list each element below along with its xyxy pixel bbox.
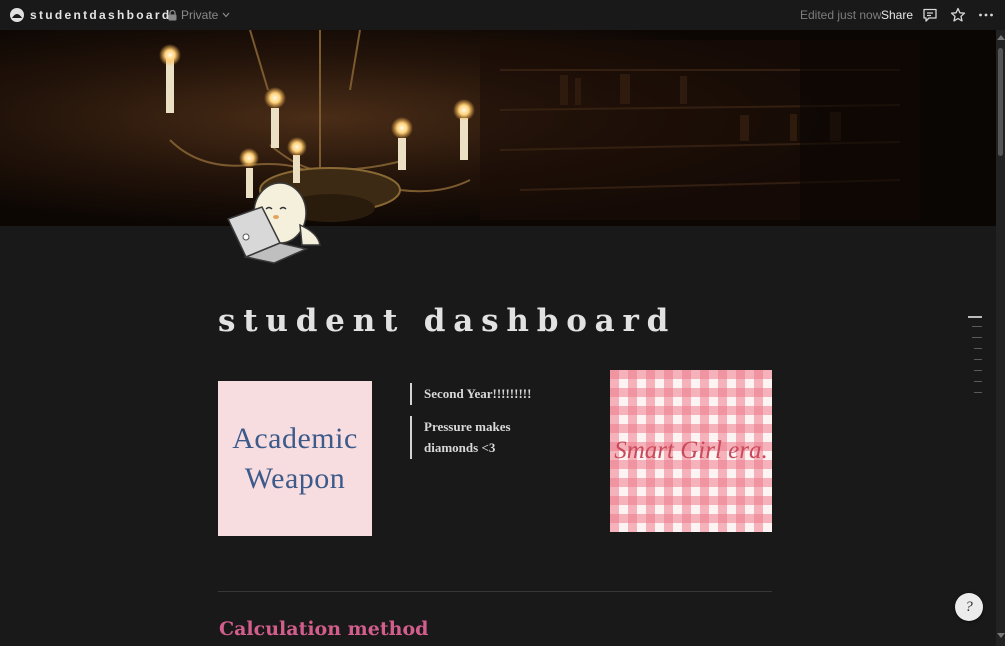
- divider: [218, 591, 772, 592]
- lock-icon: [168, 9, 177, 20]
- more-icon[interactable]: [978, 7, 994, 23]
- toc-line[interactable]: [974, 370, 982, 371]
- academic-weapon-image[interactable]: Academic Weapon: [218, 381, 372, 536]
- page-icon-chick-laptop[interactable]: [222, 173, 324, 265]
- scrollbar[interactable]: [996, 30, 1005, 646]
- top-bar: studentdashboard Private Edited just now…: [0, 0, 1005, 30]
- edited-status: Edited just now: [800, 8, 882, 22]
- table-of-contents-outline[interactable]: [966, 316, 982, 393]
- chevron-down-icon: [222, 12, 230, 18]
- quote-block[interactable]: Second Year!!!!!!!!!: [410, 383, 531, 405]
- academic-weapon-line1: Academic: [232, 421, 358, 455]
- quote-text: Second Year!!!!!!!!!: [424, 386, 532, 401]
- toc-line[interactable]: [974, 348, 982, 349]
- comment-icon[interactable]: [922, 7, 938, 23]
- privacy-selector[interactable]: Private: [168, 8, 230, 22]
- quote-text-line1: Pressure makes: [424, 419, 511, 434]
- academic-weapon-line2: Weapon: [244, 461, 346, 495]
- toc-line[interactable]: [974, 359, 982, 360]
- toc-line[interactable]: [972, 337, 982, 338]
- smart-girl-era-image[interactable]: Smart Girl era.: [610, 370, 772, 532]
- scroll-up-arrow-icon[interactable]: [997, 35, 1005, 40]
- workspace-icon[interactable]: [9, 7, 25, 23]
- help-button[interactable]: ?: [955, 593, 983, 621]
- share-button[interactable]: Share: [881, 8, 913, 22]
- section-heading-calculation-method[interactable]: Calculation method: [219, 618, 428, 640]
- page-title[interactable]: student dashboard: [218, 303, 676, 339]
- toc-line[interactable]: [974, 381, 982, 382]
- toc-line[interactable]: [968, 316, 982, 318]
- privacy-label: Private: [181, 8, 219, 22]
- scrollbar-thumb[interactable]: [998, 48, 1003, 156]
- help-icon: ?: [965, 598, 973, 615]
- scroll-down-arrow-icon[interactable]: [997, 633, 1005, 638]
- smart-girl-era-text: Smart Girl era.: [614, 437, 768, 464]
- toc-line[interactable]: [972, 326, 982, 327]
- workspace-title[interactable]: studentdashboard: [30, 8, 171, 22]
- cover-image: [0, 30, 997, 226]
- toc-line[interactable]: [974, 392, 982, 393]
- quote-block[interactable]: Pressure makes diamonds <3: [410, 416, 511, 459]
- chandelier-illustration: [0, 30, 997, 226]
- star-icon[interactable]: [950, 7, 966, 23]
- quote-text-line2: diamonds <3: [424, 440, 496, 455]
